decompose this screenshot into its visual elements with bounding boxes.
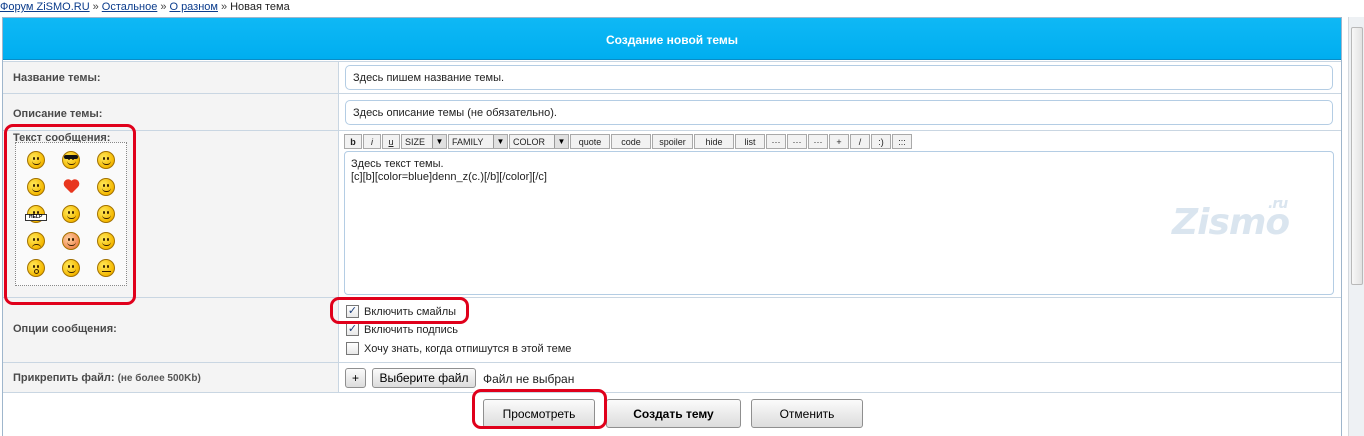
slash-button[interactable]: /	[850, 134, 870, 149]
chevron-down-icon: ▼	[493, 135, 507, 148]
smiley-wink-icon[interactable]	[26, 151, 45, 170]
message-line: Здесь текст темы.	[351, 158, 444, 170]
options-row: Опции сообщения: ✓ Включить смайлы ✓ Вкл…	[3, 297, 1341, 362]
scrollbar-thumb[interactable]	[1351, 27, 1363, 285]
watermark-logo: Zismo .ru	[1172, 196, 1290, 243]
checkbox-unchecked[interactable]	[346, 342, 359, 355]
create-topic-button[interactable]: Создать тему	[606, 399, 741, 428]
smiley-cool-icon[interactable]	[61, 151, 80, 170]
more-button[interactable]: :::	[892, 134, 912, 149]
title-label: Название темы:	[13, 72, 101, 84]
attach-label: Прикрепить файл: (не более 500Kb)	[13, 372, 201, 384]
tag-button-3[interactable]: ···	[808, 134, 828, 149]
option-subscribe[interactable]: Хочу знать, когда отпишутся в этой теме	[346, 342, 571, 355]
italic-button[interactable]: i	[363, 134, 381, 149]
breadcrumb-link-other[interactable]: Остальное	[102, 1, 158, 13]
form-header: Создание новой темы	[3, 18, 1341, 60]
actions-row: Просмотреть Создать тему Отменить	[3, 392, 1341, 436]
color-select[interactable]: COLOR ▼	[509, 134, 569, 149]
smiley-tongue-icon[interactable]	[61, 258, 80, 277]
description-label: Описание темы:	[13, 108, 103, 120]
smiley-wave-icon[interactable]	[97, 178, 116, 197]
family-select-label: FAMILY	[452, 136, 484, 147]
heart-icon[interactable]	[63, 180, 79, 194]
list-button[interactable]: list	[735, 134, 765, 149]
bbcode-toolbar: b i u SIZE ▼ FAMILY ▼ COLOR ▼ quote code sp…	[344, 134, 912, 149]
option-enable-signature[interactable]: ✓ Включить подпись	[346, 323, 458, 336]
new-topic-form: Создание новой темы Название темы: Здесь…	[2, 17, 1342, 436]
watermark-suffix: .ru	[1268, 196, 1288, 212]
smiley-happy-icon[interactable]	[97, 231, 116, 250]
breadcrumb-separator: »	[160, 1, 167, 13]
smiley-reading-icon[interactable]	[97, 151, 116, 170]
no-file-text: Файл не выбран	[483, 372, 575, 386]
message-line: [c][b][color=blue]denn_z(c.)[/b][/color]…	[351, 171, 547, 183]
quote-button[interactable]: quote	[570, 134, 610, 149]
option-label: Хочу знать, когда отпишутся в этой теме	[364, 342, 572, 355]
code-button[interactable]: code	[611, 134, 651, 149]
breadcrumb-separator: »	[92, 1, 99, 13]
description-row: Описание темы: Здесь описание темы (не о…	[3, 93, 1341, 130]
breadcrumb: Форум ZiSMO.RU» Остальное» О разном» Новая …	[0, 1, 290, 16]
smiley-blush-icon[interactable]	[61, 231, 80, 250]
attach-label-text: Прикрепить файл:	[13, 372, 115, 384]
chevron-down-icon: ▼	[432, 135, 446, 148]
attach-row: Прикрепить файл: (не более 500Kb) + Выбе…	[3, 362, 1341, 392]
title-row: Название темы: Здесь пишем название темы…	[3, 61, 1341, 93]
attach-limit: (не более 500Kb)	[117, 373, 201, 384]
smiley-grin-icon[interactable]	[97, 204, 116, 223]
bold-button[interactable]: b	[344, 134, 362, 149]
color-select-label: COLOR	[513, 136, 546, 147]
underline-button[interactable]: u	[382, 134, 400, 149]
options-label: Опции сообщения:	[13, 323, 117, 335]
message-row: Текст сообщения: HELP b i u SIZE ▼ FAMIL…	[3, 130, 1341, 297]
spoiler-button[interactable]: spoiler	[652, 134, 693, 149]
tag-button-2[interactable]: ···	[787, 134, 807, 149]
smiley-smile-icon[interactable]	[26, 178, 45, 197]
size-select-label: SIZE	[405, 136, 426, 147]
smiley-surprised-icon[interactable]	[26, 258, 45, 277]
hide-button[interactable]: hide	[694, 134, 734, 149]
option-label: Включить смайлы	[364, 305, 457, 318]
breadcrumb-separator: »	[220, 1, 228, 13]
description-input[interactable]: Здесь описание темы (не обязательно).	[345, 100, 1333, 125]
title-input[interactable]: Здесь пишем название темы.	[345, 65, 1333, 90]
preview-button[interactable]: Просмотреть	[483, 399, 595, 428]
smiley-help-icon[interactable]: HELP	[24, 204, 47, 223]
add-file-button[interactable]: +	[345, 368, 366, 388]
family-select[interactable]: FAMILY ▼	[448, 134, 508, 149]
smiley-sad-icon[interactable]	[26, 231, 45, 250]
option-enable-smileys[interactable]: ✓ Включить смайлы	[346, 305, 456, 318]
cancel-button[interactable]: Отменить	[751, 399, 863, 428]
option-label: Включить подпись	[364, 323, 458, 336]
smiley-think-icon[interactable]	[61, 204, 80, 223]
form-header-title: Создание новой темы	[605, 32, 739, 47]
choose-file-button[interactable]: Выберите файл	[372, 368, 476, 388]
chevron-down-icon: ▼	[554, 135, 568, 148]
smiley-panel: HELP	[15, 142, 127, 286]
vertical-scrollbar[interactable]	[1348, 17, 1364, 436]
breadcrumb-link-misc[interactable]: О разном	[169, 1, 218, 13]
breadcrumb-link-forum[interactable]: Форум ZiSMO.RU	[0, 1, 90, 13]
checkbox-checked[interactable]: ✓	[346, 305, 359, 318]
checkbox-checked[interactable]: ✓	[346, 323, 359, 336]
breadcrumb-current: Новая тема	[230, 1, 290, 13]
plus-button[interactable]: +	[829, 134, 849, 149]
size-select[interactable]: SIZE ▼	[401, 134, 447, 149]
smiley-button[interactable]: :)	[871, 134, 891, 149]
tag-button-1[interactable]: ···	[766, 134, 786, 149]
smiley-confused-icon[interactable]	[97, 258, 116, 277]
